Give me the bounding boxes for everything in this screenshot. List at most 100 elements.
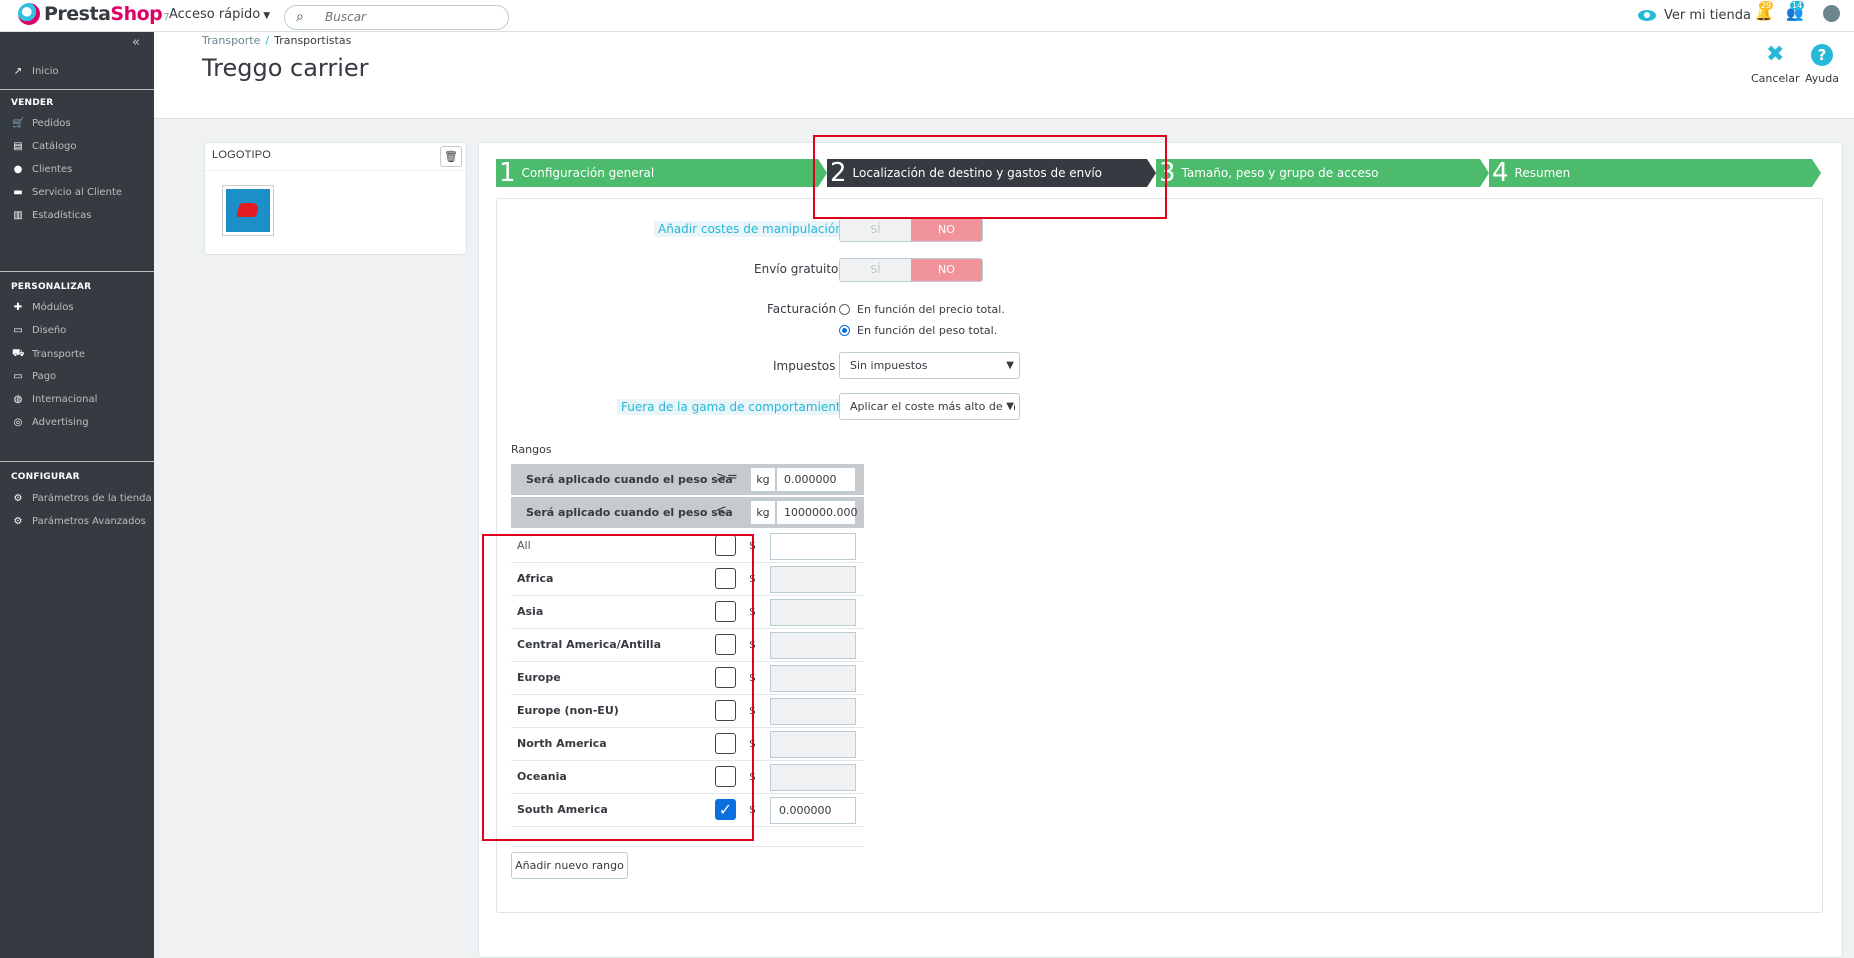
breadcrumb: Transporte / Transportistas: [202, 34, 352, 47]
help-icon: ?: [1810, 44, 1833, 66]
section-customize: PERSONALIZAR: [11, 282, 92, 292]
section-configure: CONFIGURAR: [11, 472, 80, 482]
highlight-box-step2: [813, 135, 1167, 219]
globe-icon: ◍: [13, 394, 23, 405]
zone-price-input[interactable]: [770, 566, 856, 593]
page-title: Treggo carrier: [202, 54, 369, 82]
out-of-range-label: Fuera de la gama de comportamiento: [617, 399, 852, 415]
credit-card-icon: ▭: [13, 371, 23, 382]
search-icon[interactable]: ⌕: [296, 9, 304, 25]
step-1[interactable]: 1 Configuración general: [496, 159, 818, 187]
caret-down-icon: ▼: [263, 11, 271, 21]
billing-weight-radio[interactable]: [839, 325, 850, 336]
sidebar-item-advertising[interactable]: ◎ Advertising: [12, 417, 89, 428]
search-input[interactable]: [325, 10, 500, 24]
desktop-icon: ▭: [13, 325, 23, 336]
settings-applications-icon: ⚙: [13, 516, 23, 527]
logo-panel-title: LOGOTIPO: [205, 143, 466, 171]
trending-icon: ↗: [13, 66, 23, 77]
zone-price-input[interactable]: [770, 731, 856, 758]
breadcrumb-current[interactable]: Transportistas: [274, 34, 351, 47]
toggle-no[interactable]: NO: [911, 219, 982, 241]
orders-badge: 29: [1759, 1, 1774, 10]
customers-badge: 14: [1790, 1, 1805, 10]
handling-costs-label: Añadir costes de manipulación: [654, 221, 847, 237]
range-from-input[interactable]: 0.000000: [776, 467, 856, 492]
zone-price-input[interactable]: 0.000000: [770, 797, 856, 824]
sidebar-divider: [0, 271, 154, 272]
sidebar-item-advanced-parameters[interactable]: ⚙ Parámetros Avanzados: [12, 516, 146, 527]
chevron-down-icon: ▼: [1004, 394, 1014, 419]
zone-price-input[interactable]: [770, 698, 856, 725]
toggle-yes[interactable]: SÍ: [840, 259, 911, 281]
section-sell: VENDER: [11, 98, 54, 108]
range-from-row: Será aplicado cuando el peso sea >= kg 0…: [511, 464, 864, 495]
settings-icon: ⚙: [13, 493, 23, 504]
zone-price-input[interactable]: [770, 665, 856, 692]
sidebar-item-international[interactable]: ◍ Internacional: [12, 394, 98, 405]
carrier-logo-image: [222, 185, 274, 236]
search-box[interactable]: ⌕: [284, 5, 509, 30]
billing-price-radio[interactable]: [839, 304, 850, 315]
quick-access-dropdown[interactable]: Acceso rápido ▼: [169, 7, 270, 22]
step-3[interactable]: 3 Tamaño, peso y grupo de acceso: [1156, 159, 1480, 187]
breadcrumb-parent[interactable]: Transporte: [202, 34, 260, 47]
zone-price-input[interactable]: [770, 632, 856, 659]
sidebar-item-design[interactable]: ▭ Diseño: [12, 325, 66, 336]
store-icon: ▤: [13, 141, 23, 152]
sidebar-item-stats[interactable]: ▥ Estadísticas: [12, 210, 91, 221]
user-account-icon[interactable]: [1823, 5, 1840, 22]
zone-price-input[interactable]: [770, 764, 856, 791]
collapse-sidebar-icon[interactable]: «: [132, 35, 140, 50]
prestashop-logo-icon: [18, 3, 40, 25]
tax-select[interactable]: Sin impuestos ▼: [839, 352, 1020, 379]
sidebar-item-home[interactable]: ↗ Inicio: [12, 66, 59, 77]
help-button[interactable]: ? Ayuda: [1805, 44, 1839, 85]
delete-logo-button[interactable]: 🗑: [440, 146, 462, 167]
billing-label: Facturación: [767, 302, 837, 316]
toggle-no[interactable]: NO: [911, 259, 982, 281]
close-icon: ✖: [1766, 42, 1785, 67]
view-shop-link[interactable]: Ver mi tienda: [1638, 8, 1751, 23]
handling-costs-toggle[interactable]: SÍ NO: [839, 218, 983, 242]
truck-icon: ⛟: [12, 348, 25, 359]
account-circle-icon: ●: [13, 164, 23, 175]
sidebar-item-orders[interactable]: 🛒 Pedidos: [12, 118, 71, 129]
step-4[interactable]: 4 Resumen: [1489, 159, 1812, 187]
chat-icon: ▬: [13, 187, 23, 198]
range-to-row: Será aplicado cuando el peso sea < kg 10…: [511, 497, 864, 528]
billing-by-price-option[interactable]: En función del precio total.: [839, 303, 1005, 316]
sidebar-item-customers[interactable]: ● Clientes: [12, 164, 73, 175]
toggle-yes[interactable]: SÍ: [840, 219, 911, 241]
sidebar-divider: [0, 89, 154, 90]
zone-price-input[interactable]: [770, 599, 856, 626]
sidebar-item-modules[interactable]: ✚ Módulos: [12, 302, 74, 313]
sidebar-item-catalog[interactable]: ▤ Catálogo: [12, 141, 76, 152]
sidebar-item-customer-service[interactable]: ▬ Servicio al Cliente: [12, 187, 122, 198]
eye-icon: [1638, 10, 1656, 21]
billing-by-weight-option[interactable]: En función del peso total.: [839, 324, 997, 337]
free-shipping-toggle[interactable]: SÍ NO: [839, 258, 983, 282]
range-to-input[interactable]: 1000000.000: [776, 500, 857, 525]
add-range-button[interactable]: Añadir nuevo rango: [511, 852, 628, 879]
sidebar-item-shipping[interactable]: ⛟ Transporte: [12, 348, 85, 361]
basket-icon: 🛒: [12, 118, 25, 129]
sidebar-item-shop-parameters[interactable]: ⚙ Parámetros de la tienda: [12, 493, 152, 504]
out-of-range-select[interactable]: Aplicar el coste más alto de la ▼: [839, 393, 1020, 420]
sidebar: « ↗ Inicio VENDER 🛒 Pedidos ▤ Catálogo ● Cli…: [0, 32, 154, 958]
bar-chart-icon: ▥: [13, 210, 23, 221]
sidebar-item-payment[interactable]: ▭ Pago: [12, 371, 56, 382]
ranges-title: Rangos: [511, 443, 552, 456]
prestashop-logo[interactable]: PrestaShop 7: [18, 3, 170, 25]
page-header: Transporte / Transportistas Treggo carrier…: [154, 32, 1854, 119]
advertising-icon: ◎: [13, 417, 23, 428]
cancel-button[interactable]: ✖ Cancelar: [1751, 42, 1800, 86]
free-shipping-label: Envío gratuito: [754, 262, 839, 276]
zone-price-input[interactable]: [770, 533, 856, 560]
highlight-box-zones: [482, 534, 754, 841]
puzzle-icon: ✚: [13, 302, 23, 313]
logo-panel: LOGOTIPO 🗑: [204, 142, 467, 255]
tax-label: Impuestos: [773, 359, 836, 373]
customers-notification-icon[interactable]: 👥 14: [1786, 1, 1805, 22]
orders-notification-icon[interactable]: 🔔 29: [1755, 1, 1774, 22]
